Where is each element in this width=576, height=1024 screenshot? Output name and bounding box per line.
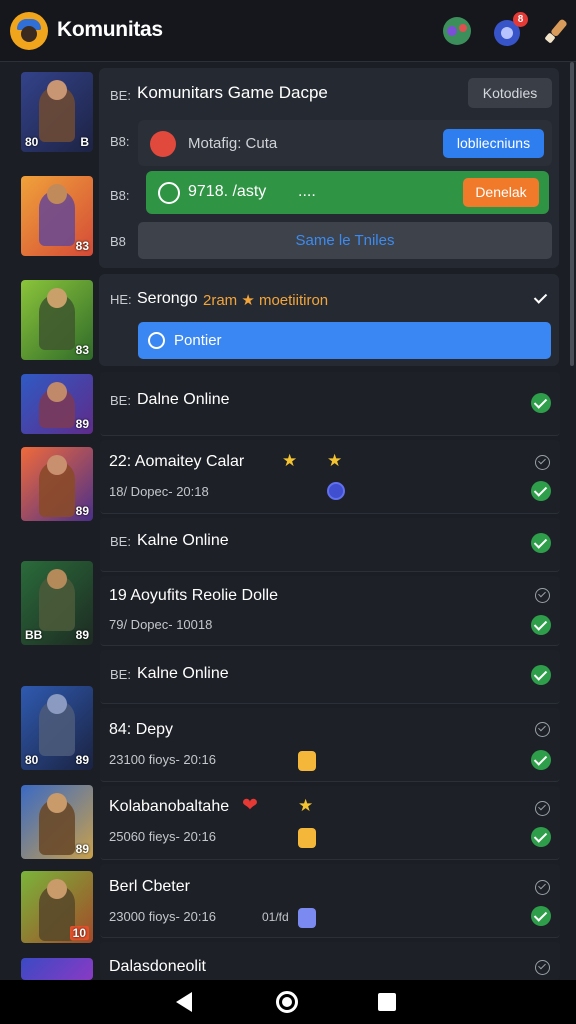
- star-icon: ★: [298, 796, 314, 815]
- gamepad-icon[interactable]: [440, 14, 474, 48]
- row-title: Kolabanobaltahe: [109, 798, 230, 815]
- heart-icon: ❤: [242, 795, 258, 816]
- check-outline-icon: [535, 722, 550, 737]
- row-subtitle: 23100 fioys- 20:16: [109, 752, 216, 767]
- notifications-icon[interactable]: 8: [492, 12, 528, 48]
- check-outline-icon: [535, 455, 550, 470]
- side-label: BE:: [110, 88, 131, 103]
- game-thumbnail[interactable]: [21, 958, 93, 980]
- check-outline-icon: [535, 960, 550, 975]
- status-action-button[interactable]: Denelak: [463, 178, 539, 207]
- game-thumbnail[interactable]: 83: [21, 280, 93, 360]
- row-title: Kalne Online: [137, 665, 229, 682]
- game-thumbnail[interactable]: 83: [21, 176, 93, 256]
- check-icon: [531, 665, 551, 685]
- row-title: 22: Aomaitey Calar: [109, 453, 245, 470]
- side-label: B8:: [110, 188, 130, 203]
- status-text: 9718. /asty: [188, 183, 267, 200]
- message-action-button[interactable]: lobliecniuns: [443, 129, 544, 158]
- check-icon: [531, 906, 551, 926]
- check-icon: [531, 750, 551, 770]
- check-outline-icon: [535, 801, 550, 816]
- game-thumbnail[interactable]: 80 B: [21, 72, 93, 152]
- notification-badge: 8: [513, 12, 528, 27]
- row-title: Dalne Online: [137, 391, 230, 408]
- row-subtitle: 23000 fioys- 20:16: [109, 909, 216, 924]
- gem-icon: [327, 482, 345, 500]
- game-thumbnail[interactable]: 89: [21, 374, 93, 434]
- row-index: BE:: [110, 534, 131, 549]
- star-icon: ★: [282, 451, 298, 470]
- row-title: Dalasdoneolit: [109, 958, 206, 975]
- message-text: Motafig: Cuta: [188, 135, 278, 152]
- check-outline-icon: [535, 880, 550, 895]
- gift-icon: [298, 828, 316, 848]
- secondary-button[interactable]: Same le Tniles: [138, 222, 552, 259]
- gift-icon: [298, 751, 316, 771]
- app-bar: Komunitas 8: [0, 0, 576, 62]
- community-logo-icon[interactable]: [10, 12, 48, 50]
- side-label: B8: [110, 234, 126, 249]
- game-thumbnail[interactable]: 10: [21, 871, 93, 943]
- side-label: B8:: [110, 134, 130, 149]
- brush-icon[interactable]: [538, 14, 572, 48]
- potion-icon: [298, 908, 316, 928]
- row-note: 01/fd: [262, 910, 289, 924]
- row-title: 84: Depy: [109, 721, 174, 738]
- scrollbar[interactable]: [570, 62, 574, 366]
- mission-button[interactable]: Pontier: [138, 322, 551, 359]
- row-index: BE:: [110, 667, 131, 682]
- group-header-button[interactable]: Kotodies: [468, 78, 552, 108]
- page-title: Komunitas: [57, 18, 163, 41]
- status-icon: [158, 182, 180, 204]
- game-thumbnail[interactable]: 80 89: [21, 686, 93, 770]
- check-icon: [531, 533, 551, 553]
- mission-index: HE:: [110, 292, 132, 307]
- row-subtitle: 25060 fieys- 20:16: [109, 829, 216, 844]
- check-outline-icon: [535, 588, 550, 603]
- row-title: 19 Aoyufits Reolie Dolle: [109, 587, 278, 604]
- row-subtitle: 79/ Dopec- 10018: [109, 617, 213, 632]
- mission-button-icon: [148, 332, 165, 349]
- game-thumbnail[interactable]: BB 89: [21, 561, 93, 645]
- check-icon: [531, 393, 551, 413]
- status-dots: ....: [298, 183, 316, 200]
- check-icon: [531, 615, 551, 635]
- list-item[interactable]: [100, 708, 560, 782]
- list-item[interactable]: [100, 864, 560, 938]
- row-subtitle: 18/ Dopec- 20:18: [109, 484, 209, 499]
- mission-title: Serongo: [137, 290, 198, 307]
- home-icon[interactable]: [276, 991, 298, 1013]
- check-icon: [531, 827, 551, 847]
- mission-subtitle: 2ram ★ moetiitiron: [203, 292, 329, 309]
- back-icon[interactable]: [176, 992, 192, 1012]
- checkmark-icon: [531, 288, 551, 308]
- game-thumbnail[interactable]: 89: [21, 447, 93, 521]
- recents-icon[interactable]: [378, 993, 396, 1011]
- row-title: Kalne Online: [137, 532, 229, 549]
- row-title: Berl Cbeter: [109, 878, 190, 895]
- alert-icon: [150, 131, 176, 157]
- system-navigation-bar: [0, 980, 576, 1024]
- row-index: BE:: [110, 393, 131, 408]
- group-title: Komunitars Game Dacpe: [137, 83, 328, 102]
- star-icon: ★: [327, 451, 343, 470]
- check-icon: [531, 481, 551, 501]
- game-thumbnail[interactable]: 89: [21, 785, 93, 859]
